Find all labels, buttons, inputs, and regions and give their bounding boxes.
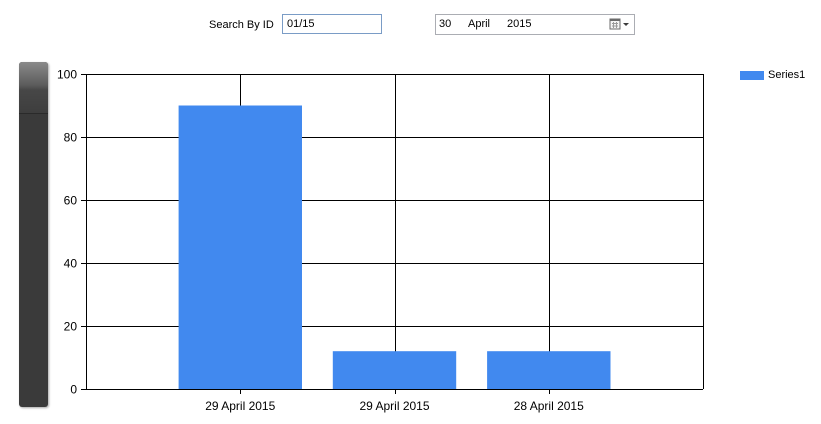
legend-swatch-series1: [740, 70, 764, 80]
x-tick-label-3: 28 April 2015: [514, 399, 584, 413]
y-tick-label-60: 60: [64, 194, 78, 208]
x-tick-label-1: 29 April 2015: [205, 399, 275, 413]
chart-legend: Series1: [740, 69, 805, 81]
y-tick-label-0: 0: [70, 383, 77, 397]
bar-chart: 0 20 40 60 80 100 29 April 2015 29 April 2015 28…: [57, 68, 704, 413]
bar-3: [487, 351, 611, 389]
y-tick-label-40: 40: [64, 257, 78, 271]
legend-label-series1: Series1: [768, 69, 806, 82]
x-tick-label-2: 29 April 2015: [359, 399, 429, 413]
y-tick-label-100: 100: [57, 68, 77, 82]
chart-window: Search By ID 30 April 2015 0204060801002…: [0, 0, 821, 424]
bar-1: [178, 105, 302, 389]
bar-2: [332, 351, 457, 389]
y-tick-label-20: 20: [64, 320, 78, 334]
y-tick-label-80: 80: [64, 131, 78, 145]
